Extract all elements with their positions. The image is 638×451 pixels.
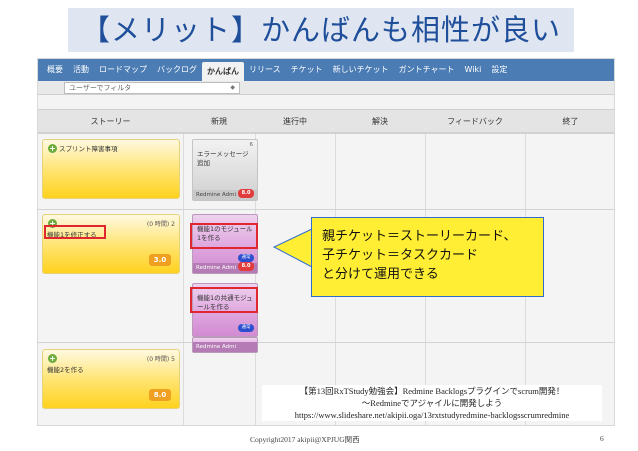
task-number: 6 <box>249 142 254 148</box>
callout-line: と分けて運用できる <box>322 266 439 281</box>
project-menu: 概要 活動 ロードマップ バックログ かんばん リリース チケット 新しいチケッ… <box>38 59 614 81</box>
story-title: スプリント障害事項 <box>59 145 118 153</box>
reference-subtitle: ～Redmineでアジャイルに開発しよう <box>361 398 503 408</box>
menu-item-wiki[interactable]: Wiki <box>460 59 487 81</box>
callout-line: 子チケット＝タスクカード <box>322 247 479 262</box>
menu-item-activity[interactable]: 活動 <box>68 59 94 81</box>
task-status-badge: 通常 <box>238 324 254 332</box>
callout-box: 親チケット＝ストーリーカード、 子チケット＝タスクカード と分けて運用できる <box>311 217 544 297</box>
select-caret-icon: ◆ <box>230 84 235 91</box>
story-card[interactable]: + スプリント障害事項 <box>42 139 180 199</box>
menu-item-gantt[interactable]: ガントチャート <box>394 59 460 81</box>
column-header-in-progress: 進行中 <box>283 117 307 126</box>
slide-title: 【メリット】かんばんも相性が良い <box>68 8 574 52</box>
menu-item-tickets[interactable]: チケット <box>286 59 328 81</box>
reference-note: 【第13回RxTStudy勉強会】Redmine Backlogsプラグインでs… <box>262 385 602 421</box>
highlight-box <box>190 223 258 249</box>
menu-item-kanban[interactable]: かんばん <box>202 62 244 81</box>
story-hours: (0 時間) 5 <box>146 356 175 363</box>
column-header-story: ストーリー <box>90 117 131 126</box>
page-number: 6 <box>600 434 604 443</box>
menu-item-settings[interactable]: 設定 <box>486 59 512 81</box>
task-card[interactable]: 6 エラーメッセージ追加 Redmine Admi 8.0 <box>192 139 258 201</box>
story-points-badge: 8.0 <box>149 389 171 401</box>
task-subject: エラーメッセージ追加 <box>197 150 249 167</box>
user-filter-select[interactable]: ユーザーでフィルタ ◆ <box>64 82 240 94</box>
board-header: ストーリー 新規 進行中 解決 フィードバック 終了 <box>38 109 614 133</box>
column-header-new: 新規 <box>211 117 227 126</box>
story-card[interactable]: + (0 時間) 2 機能1を修正する 3.0 <box>42 214 180 274</box>
story-points-badge: 3.0 <box>149 254 171 266</box>
menu-item-roadmap[interactable]: ロードマップ <box>94 59 152 81</box>
callout-line: 親チケット＝ストーリーカード、 <box>322 228 517 243</box>
task-assignee: Redmine Admi <box>193 342 257 352</box>
filter-bar: ユーザーでフィルタ ◆ <box>38 81 614 95</box>
task-card[interactable]: Redmine Admi <box>192 337 258 353</box>
callout-pointer <box>272 228 313 268</box>
user-filter-value: ユーザーでフィルタ <box>69 84 132 92</box>
task-status-badge: 通常 <box>238 254 254 262</box>
task-hours-badge: 8.0 <box>238 189 254 198</box>
highlight-box <box>190 287 258 313</box>
copyright-text: Copyright2017 akipii@XPJUG関西 <box>250 435 360 444</box>
menu-item-overview[interactable]: 概要 <box>42 59 68 81</box>
reference-title: 【第13回RxTStudy勉強会】Redmine Backlogsプラグインでs… <box>299 386 565 396</box>
story-subject: 機能2を作る <box>47 366 84 374</box>
story-card[interactable]: + (0 時間) 5 機能2を作る 8.0 <box>42 349 180 409</box>
story-hours: (0 時間) 2 <box>146 221 175 228</box>
menu-item-release[interactable]: リリース <box>244 59 286 81</box>
column-header-resolved: 解決 <box>372 117 388 126</box>
menu-item-new-ticket[interactable]: 新しいチケット <box>328 59 394 81</box>
column-header-closed: 終了 <box>562 117 579 126</box>
add-task-icon[interactable]: + <box>48 354 57 363</box>
reference-url[interactable]: https://www.slideshare.net/akipii.oga/13… <box>262 409 602 421</box>
column-header-feedback: フィードバック <box>447 117 503 126</box>
menu-item-backlog[interactable]: バックログ <box>152 59 202 81</box>
highlight-box <box>44 225 106 239</box>
add-task-icon[interactable]: + <box>48 144 57 153</box>
task-hours-badge: 8.0 <box>238 262 254 271</box>
